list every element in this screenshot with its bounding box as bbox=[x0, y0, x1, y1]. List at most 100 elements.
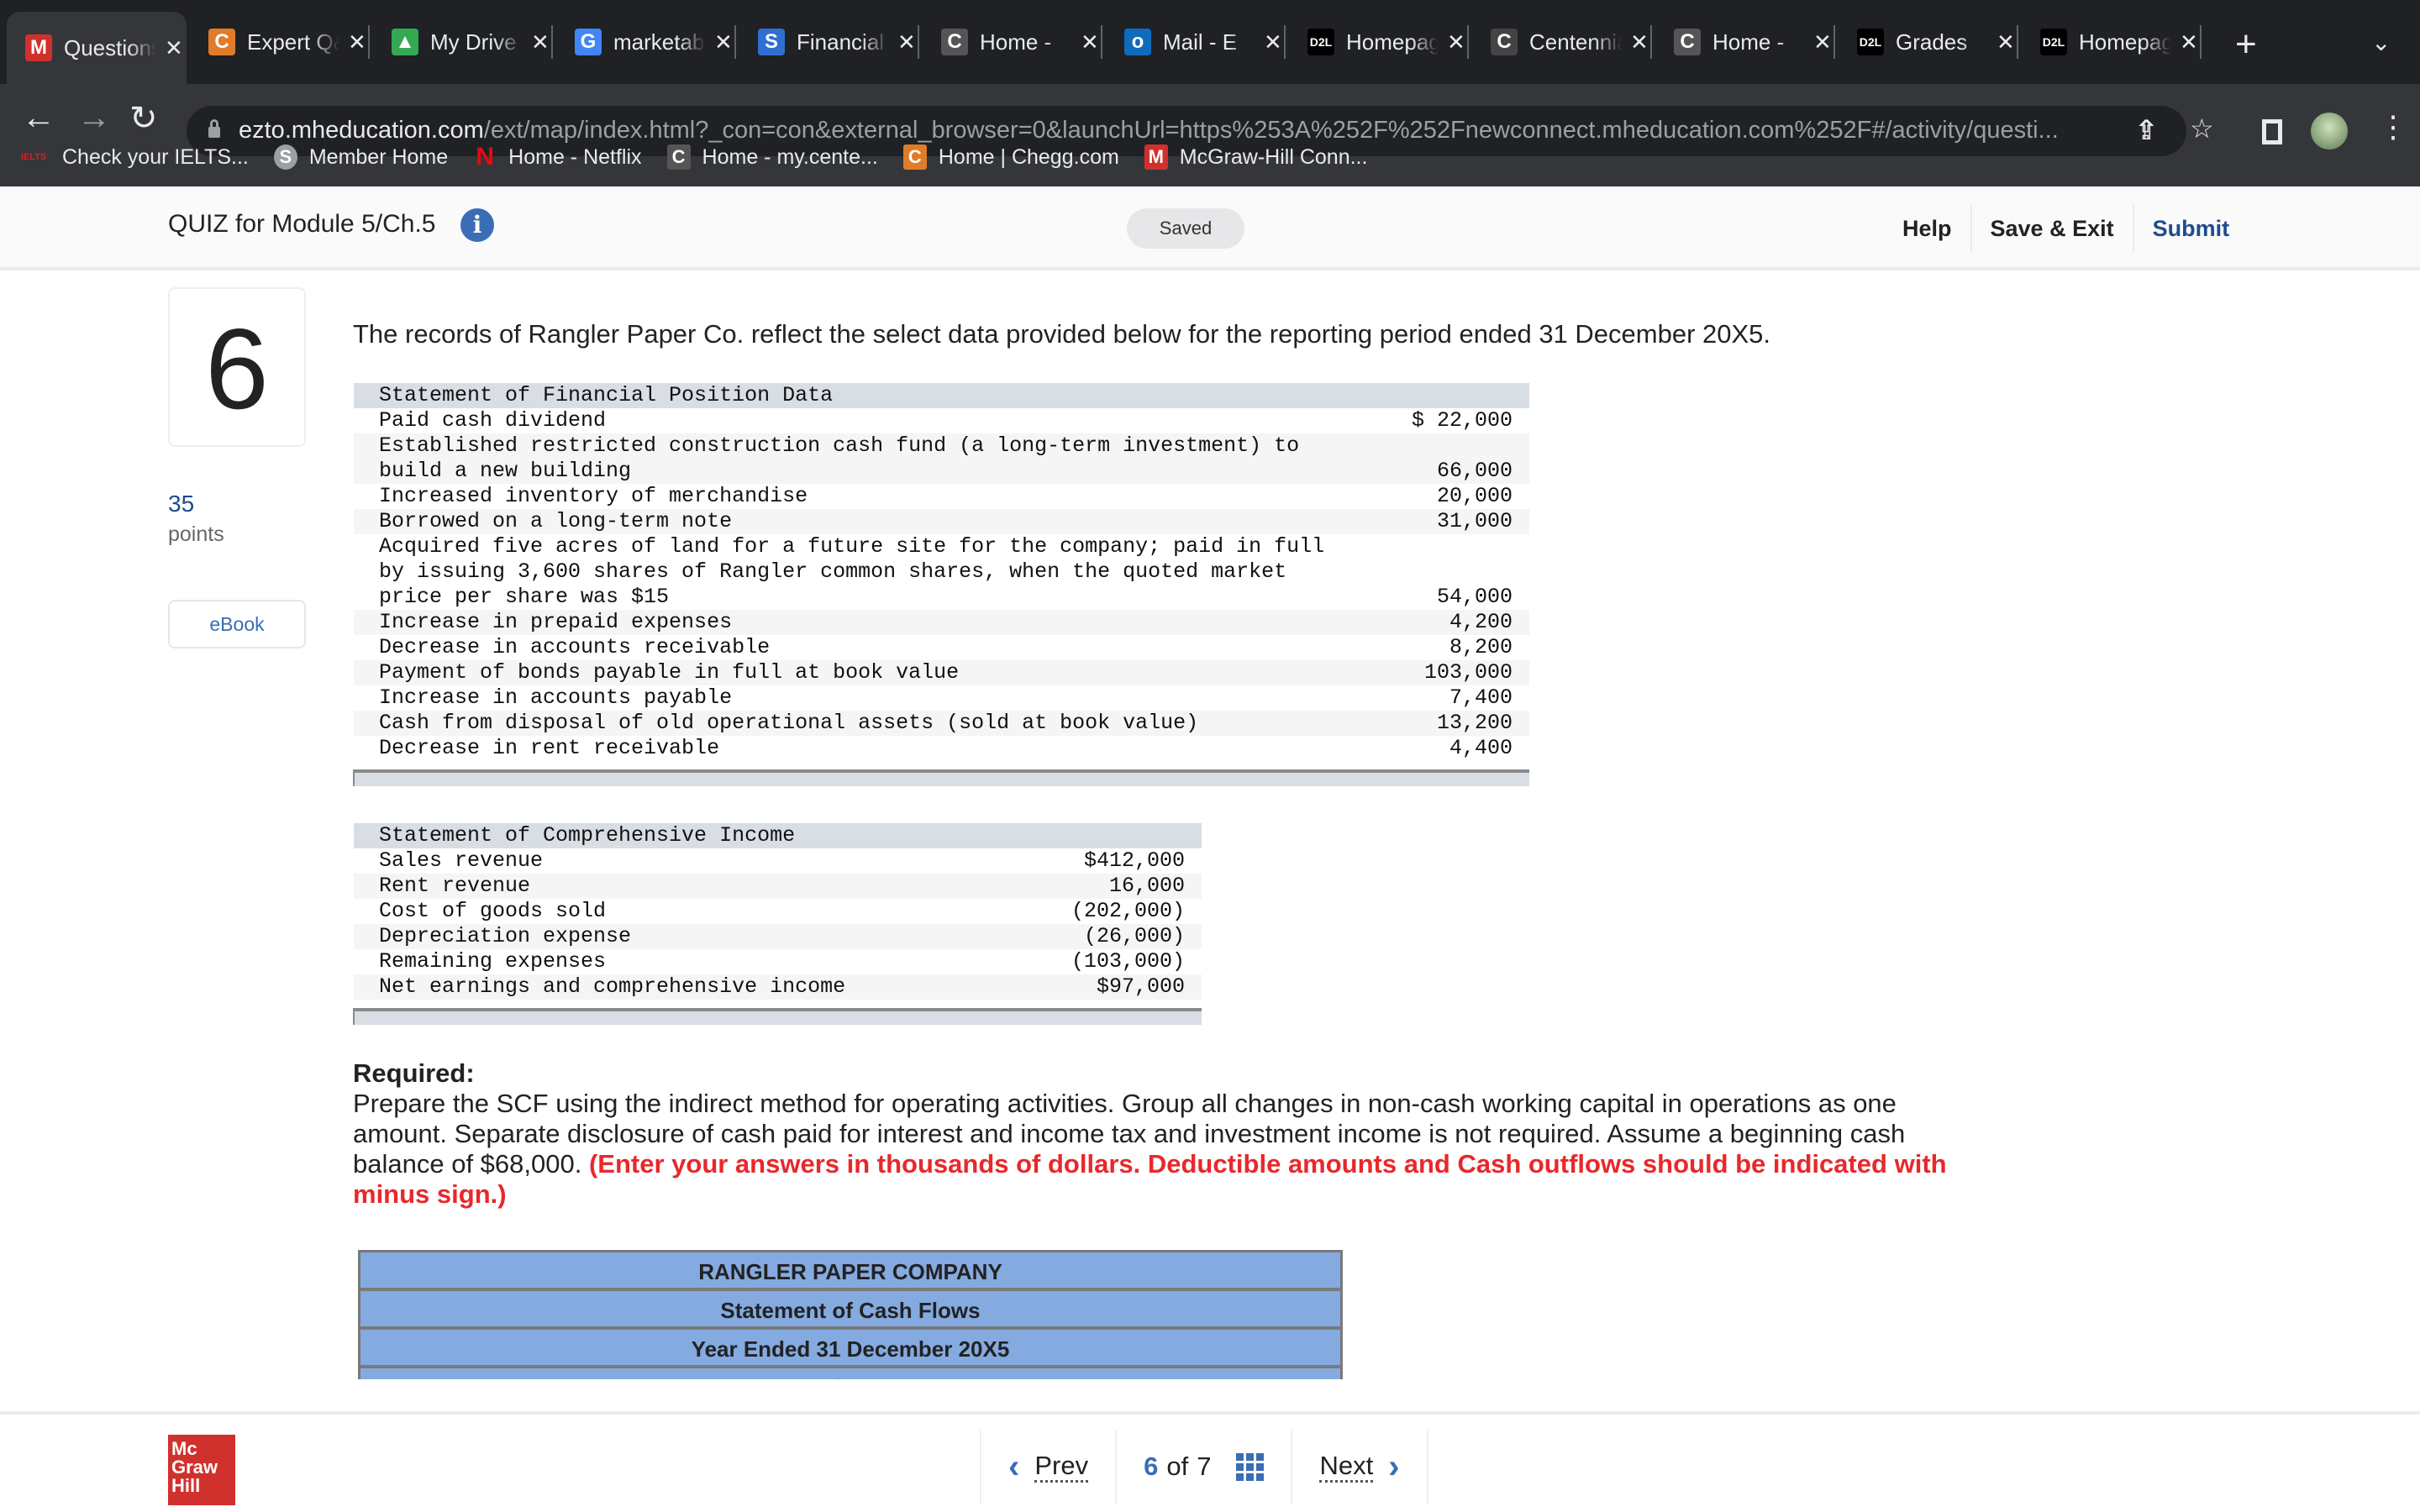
row-label: by issuing 3,600 shares of Rangler commo… bbox=[379, 559, 1287, 584]
browser-tab[interactable]: C Centennial ✕ bbox=[1472, 12, 1652, 72]
bookmark-item[interactable]: C Home | Chegg.com bbox=[902, 144, 1119, 170]
bookmark-item[interactable]: N Home - Netflix bbox=[473, 143, 642, 171]
browser-tab[interactable]: D2L Homepage ✕ bbox=[1289, 12, 1469, 72]
row-amount: $ 22,000 bbox=[1411, 408, 1512, 433]
browser-tab[interactable]: Gmarketable ✕ bbox=[556, 12, 736, 72]
tab-separator bbox=[918, 25, 919, 59]
bookmark-favicon-icon: M bbox=[1144, 144, 1168, 170]
table-header: Statement of Comprehensive Income bbox=[354, 823, 1202, 848]
browser-tab[interactable]: D2L Grades ✕ bbox=[1839, 12, 2018, 72]
bookmark-item[interactable]: IELTS Check your IELTS... bbox=[17, 144, 249, 170]
scf-company-name: RANGLER PAPER COMPANY bbox=[360, 1252, 1340, 1291]
tab-search-chevron-icon[interactable]: ⌄ bbox=[2371, 29, 2391, 56]
browser-tab[interactable]: ▲ My Drive ✕ bbox=[373, 12, 553, 72]
row-amount: 7,400 bbox=[1449, 685, 1512, 710]
current-question: 6 bbox=[1144, 1452, 1159, 1481]
browser-tab[interactable]: C Home - ✕ bbox=[1655, 12, 1835, 72]
forward-button[interactable]: → bbox=[77, 99, 111, 137]
table-row: Established restricted construction cash… bbox=[354, 433, 1529, 459]
table-row: price per share was $15 54,000 bbox=[354, 585, 1529, 610]
help-button[interactable]: Help bbox=[1891, 205, 1970, 252]
prev-label[interactable]: Prev bbox=[1034, 1451, 1089, 1483]
tab-close-icon[interactable]: ✕ bbox=[531, 29, 550, 55]
footer-cell bbox=[353, 769, 1529, 786]
table-row: Paid cash dividend $ 22,000 bbox=[354, 408, 1529, 433]
tab-separator bbox=[2200, 25, 2202, 59]
row-label: Payment of bonds payable in full at book… bbox=[354, 660, 1397, 685]
row-label: Decrease in accounts receivable bbox=[379, 635, 771, 659]
bookmark-item[interactable]: S Member Home bbox=[273, 144, 448, 170]
tab-close-icon[interactable]: ✕ bbox=[1813, 29, 1832, 55]
required-heading: Required: bbox=[353, 1058, 475, 1088]
tab-close-icon[interactable]: ✕ bbox=[348, 29, 366, 55]
table-row: Decrease in accounts receivable 8,200 bbox=[354, 635, 1529, 660]
prev-button[interactable]: ‹ Prev bbox=[980, 1430, 1115, 1504]
table-row: Decrease in rent receivable 4,400 bbox=[354, 736, 1529, 761]
tab-close-icon[interactable]: ✕ bbox=[1996, 29, 2015, 55]
submit-button[interactable]: Submit bbox=[2132, 205, 2249, 252]
tab-favicon-icon: M bbox=[25, 34, 52, 61]
question-position[interactable]: 6 of 7 bbox=[1115, 1430, 1291, 1504]
table-row: Net earnings and comprehensive income $97… bbox=[354, 974, 1202, 1000]
question-grid-icon[interactable] bbox=[1236, 1452, 1265, 1481]
tab-close-icon[interactable]: ✕ bbox=[1630, 29, 1649, 55]
tab-separator bbox=[2017, 25, 2018, 59]
row-label: Established restricted construction cash… bbox=[354, 433, 1397, 459]
chevron-left-icon: ‹ bbox=[1008, 1447, 1020, 1485]
browser-tab[interactable]: o Mail - E ✕ bbox=[1106, 12, 1286, 72]
table-row: Sales revenue $412,000 bbox=[354, 848, 1202, 874]
bookmark-item[interactable]: C Home - my.cente... bbox=[666, 144, 878, 170]
browser-tab[interactable]: D2L Homepage ✕ bbox=[2022, 12, 2202, 72]
reload-button[interactable]: ↻ bbox=[129, 99, 158, 138]
save-exit-button[interactable]: Save & Exit bbox=[1970, 205, 2133, 252]
bookmark-label: Check your IELTS... bbox=[62, 144, 249, 169]
required-note: (Enter your answers in thousands of doll… bbox=[353, 1149, 1947, 1209]
row-amount: 31,000 bbox=[1396, 509, 1529, 534]
row-amount bbox=[1397, 559, 1529, 585]
tab-favicon-icon: C bbox=[1491, 29, 1518, 55]
tab-favicon-icon: D2L bbox=[1857, 29, 1884, 55]
browser-tab[interactable]: S Financial ✕ bbox=[739, 12, 919, 72]
row-label: Cost of goods sold bbox=[379, 899, 607, 923]
question-pager: ‹ Prev 6 of 7 Next › bbox=[980, 1430, 1428, 1504]
bookmark-favicon-icon: IELTS bbox=[20, 152, 47, 162]
tab-favicon-icon: S bbox=[758, 29, 785, 55]
row-label: price per share was $15 bbox=[379, 585, 670, 609]
browser-tab[interactable]: C Home - ✕ bbox=[923, 12, 1102, 72]
table-row: Increase in prepaid expenses 4,200 bbox=[354, 610, 1529, 635]
tab-favicon-icon: D2L bbox=[2040, 29, 2067, 55]
tab-close-icon[interactable]: ✕ bbox=[2180, 29, 2198, 55]
next-label[interactable]: Next bbox=[1319, 1451, 1374, 1483]
header-actions: Help Save & Exit Submit bbox=[1891, 205, 2248, 252]
tab-separator bbox=[1833, 25, 1835, 59]
tab-separator bbox=[1101, 25, 1102, 59]
info-icon[interactable]: i bbox=[460, 208, 494, 242]
browser-toolbar: ← → ↻ ezto.mheducation.com/ext/map/index… bbox=[0, 84, 2420, 202]
row-label: Depreciation expense bbox=[354, 924, 1020, 949]
tab-close-icon[interactable]: ✕ bbox=[1081, 29, 1099, 55]
new-tab-button[interactable]: + bbox=[2235, 24, 2257, 66]
next-button[interactable]: Next › bbox=[1291, 1430, 1428, 1504]
back-button[interactable]: ← bbox=[22, 99, 55, 137]
tab-close-icon[interactable]: ✕ bbox=[714, 29, 733, 55]
browser-tab[interactable]: C Expert Q&A ✕ bbox=[190, 12, 370, 72]
scf-statement-title: Statement of Cash Flows bbox=[360, 1291, 1340, 1330]
table-header-row: Statement of Comprehensive Income bbox=[354, 823, 1202, 848]
scf-answer-table: RANGLER PAPER COMPANY Statement of Cash … bbox=[358, 1250, 1343, 1379]
row-amount: 16,000 bbox=[1019, 874, 1202, 899]
table-row: Payment of bonds payable in full at book… bbox=[354, 660, 1529, 685]
row-label: Acquired five acres of land for a future… bbox=[379, 534, 1325, 559]
row-amount: 4,400 bbox=[1449, 736, 1512, 760]
browser-tab[interactable]: M Questions ✕ bbox=[7, 12, 187, 84]
tab-close-icon[interactable]: ✕ bbox=[165, 35, 183, 61]
bookmark-label: Home - Netflix bbox=[508, 144, 642, 169]
tab-separator bbox=[368, 25, 370, 59]
table-row: Remaining expenses (103,000) bbox=[354, 949, 1202, 974]
bookmark-item[interactable]: M McGraw-Hill Conn... bbox=[1144, 144, 1367, 170]
ebook-button[interactable]: eBook bbox=[168, 600, 306, 648]
table-row: Increased inventory of merchandise 20,000 bbox=[354, 484, 1529, 509]
tab-close-icon[interactable]: ✕ bbox=[897, 29, 916, 55]
tab-title: Expert Q&A bbox=[247, 29, 339, 55]
tab-close-icon[interactable]: ✕ bbox=[1264, 29, 1282, 55]
tab-close-icon[interactable]: ✕ bbox=[1447, 29, 1465, 55]
